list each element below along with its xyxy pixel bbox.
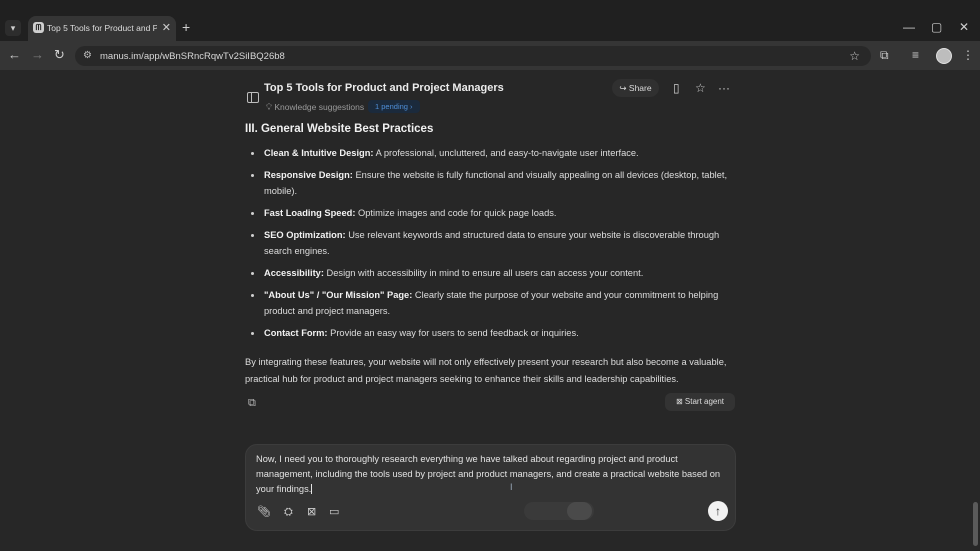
list-item: Fast Loading Speed: Optimize images and …	[248, 205, 738, 222]
copy-icon[interactable]: ⧉	[248, 397, 256, 410]
item-text: Provide an easy way for users to send fe…	[327, 328, 579, 339]
list-item: SEO Optimization: Use relevant keywords …	[248, 227, 738, 260]
agent-tool-icon[interactable]: ⊠	[307, 505, 316, 519]
agent-icon: ⊠	[675, 397, 683, 406]
best-practices-list: Clean & Intuitive Design: A professional…	[248, 145, 738, 347]
item-text: Design with accessibility in mind to ens…	[323, 268, 644, 279]
item-text: Optimize images and code for quick page …	[355, 208, 557, 219]
pending-badge[interactable]: 1 pending ›	[368, 100, 420, 113]
menu-kebab-icon[interactable]: ⋮	[962, 49, 974, 62]
composer-text: Now, I need you to thoroughly research e…	[256, 454, 721, 494]
mouse-ibeam-cursor-icon: I	[510, 482, 513, 492]
manus-task-page: Top 5 Tools for Product and Project Mana…	[0, 70, 980, 551]
back-icon[interactable]: ←	[8, 48, 21, 62]
item-label: Fast Loading Speed:	[264, 208, 356, 219]
bookmark-star-icon[interactable]: ☆	[849, 49, 860, 63]
knowledge-label: Knowledge suggestions	[274, 102, 365, 112]
tool-active-highlight	[567, 502, 592, 520]
manus-logo-icon: ᗰ	[33, 22, 44, 33]
maximize-icon[interactable]: ▢	[931, 20, 942, 34]
reload-icon[interactable]: ↻	[54, 48, 65, 62]
list-item: Responsive Design: Ensure the website is…	[248, 167, 738, 200]
arrow-up-icon: ↑	[715, 504, 721, 518]
text-caret	[311, 484, 313, 495]
item-label: Clean & Intuitive Design:	[264, 148, 374, 158]
chevron-right-icon: ›	[410, 102, 413, 111]
tab-search-chevron-icon[interactable]: ▾	[5, 20, 21, 36]
composer-input[interactable]: Now, I need you to thoroughly research e…	[256, 452, 731, 496]
scrollbar[interactable]	[973, 502, 978, 546]
forward-icon[interactable]: →	[31, 48, 44, 62]
start-agent-label: Start agent	[684, 397, 725, 406]
chat-tool-icon[interactable]: ▭	[329, 505, 339, 519]
tab-title: Top 5 Tools for Product and Pro	[47, 23, 157, 33]
share-button[interactable]: ↪ Share	[612, 79, 659, 97]
share-label: Share	[628, 83, 652, 93]
minimize-icon[interactable]: —	[903, 20, 915, 34]
item-label: SEO Optimization:	[264, 229, 346, 240]
knowledge-suggestions[interactable]: 💡︎ Knowledge suggestions	[266, 102, 364, 113]
address-bar[interactable]: ⚙ manus.im/app/wBnSRncRqwTv2SiIBQ26b8 ☆	[75, 46, 871, 66]
summary-paragraph: By integrating these features, your webs…	[245, 357, 727, 384]
star-icon[interactable]: ☆	[695, 81, 706, 95]
media-control-icon[interactable]: ≡	[912, 49, 919, 62]
section-heading: III. General Website Best Practices	[245, 123, 434, 135]
message-composer[interactable]: Now, I need you to thoroughly research e…	[245, 444, 736, 531]
list-item: Contact Form: Provide an easy way for us…	[248, 325, 738, 342]
share-arrow-icon: ↪	[619, 83, 627, 93]
sidebar-toggle-icon[interactable]	[247, 92, 259, 103]
close-tab-icon[interactable]: ✕	[162, 21, 171, 34]
item-label: Responsive Design:	[264, 169, 353, 180]
start-agent-button[interactable]: ⊠ Start agent	[665, 393, 735, 411]
item-text: A professional, uncluttered, and easy-to…	[373, 148, 639, 158]
extensions-icon[interactable]: ⧉	[880, 49, 889, 62]
item-label: Contact Form:	[264, 328, 328, 339]
send-button[interactable]: ↑	[708, 501, 728, 521]
close-window-icon[interactable]: ✕	[959, 20, 969, 34]
attach-paperclip-icon[interactable]: 📎︎	[257, 505, 271, 519]
list-item: Accessibility: Design with accessibility…	[248, 265, 738, 282]
new-tab-icon[interactable]: +	[182, 20, 190, 34]
task-title: Top 5 Tools for Product and Project Mana…	[264, 82, 504, 94]
list-item: "About Us" / "Our Mission" Page: Clearly…	[248, 287, 738, 320]
item-label: Accessibility:	[264, 268, 324, 279]
image-tool-icon[interactable]: ⛭	[284, 505, 293, 519]
browser-tabstrip: ▾ ᗰ Top 5 Tools for Product and Pro ✕ + …	[0, 0, 980, 41]
profile-avatar[interactable]	[936, 48, 952, 64]
pending-label: 1 pending	[375, 102, 408, 111]
url-text: manus.im/app/wBnSRncRqwTv2SiIBQ26b8	[100, 51, 285, 62]
browser-tab[interactable]: ᗰ Top 5 Tools for Product and Pro ✕	[28, 16, 176, 41]
file-icon[interactable]: ▯	[673, 81, 680, 95]
browser-toolbar: ← → ↻ ⚙ manus.im/app/wBnSRncRqwTv2SiIBQ2…	[0, 41, 980, 70]
more-options-icon[interactable]: ···	[718, 81, 730, 95]
site-info-icon[interactable]: ⚙	[83, 50, 92, 61]
item-label: "About Us" / "Our Mission" Page:	[264, 289, 413, 300]
lightbulb-icon: 💡︎	[266, 102, 272, 112]
list-item: Clean & Intuitive Design: A professional…	[248, 145, 738, 162]
